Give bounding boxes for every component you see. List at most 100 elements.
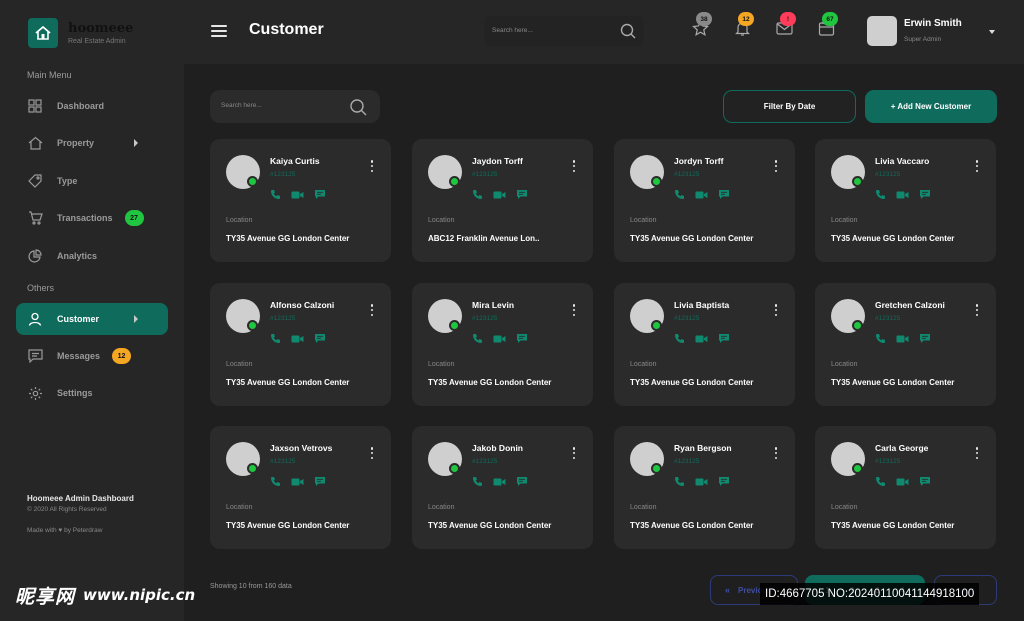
video-call-icon[interactable] — [896, 331, 909, 349]
phone-icon[interactable] — [875, 474, 886, 492]
sidebar-item-transactions[interactable]: Transactions 27 — [16, 202, 168, 234]
customer-card[interactable]: Mira Levin #123125 Location TY35 Avenue GG … — [412, 283, 593, 406]
message-icon[interactable] — [314, 331, 326, 349]
video-call-icon[interactable] — [695, 474, 708, 492]
customer-card[interactable]: Jaxson Vetrovs #123125 Location TY35 Avenue… — [210, 426, 391, 549]
video-call-icon[interactable] — [291, 474, 304, 492]
sidebar-item-messages[interactable]: Messages 12 — [16, 340, 168, 372]
sidebar-item-dashboard[interactable]: Dashboard — [16, 90, 168, 122]
search-icon[interactable] — [620, 23, 636, 44]
customer-card[interactable]: Ryan Bergson #123125 Location TY35 Avenue G… — [614, 426, 795, 549]
sidebar-item-customer[interactable]: Customer — [16, 303, 168, 335]
video-call-icon[interactable] — [493, 474, 506, 492]
message-icon[interactable] — [516, 331, 528, 349]
online-status-dot — [852, 176, 863, 187]
sidebar-item-settings[interactable]: Settings — [16, 377, 168, 409]
more-options-icon[interactable] — [572, 447, 576, 459]
more-options-icon[interactable] — [975, 447, 979, 459]
video-call-icon[interactable] — [695, 187, 708, 205]
phone-icon[interactable] — [674, 331, 685, 349]
user-avatar[interactable] — [867, 16, 897, 46]
customer-id: #123125 — [270, 458, 296, 465]
customer-card[interactable]: Jaydon Torff #123125 Location ABC12 Frankli… — [412, 139, 593, 262]
message-icon[interactable] — [516, 187, 528, 205]
hamburger-menu-icon[interactable] — [211, 25, 227, 37]
sidebar-item-type[interactable]: Type — [16, 165, 168, 197]
customer-name[interactable]: Livia Vaccaro — [875, 156, 929, 166]
more-options-icon[interactable] — [370, 160, 374, 172]
video-call-icon[interactable] — [896, 474, 909, 492]
phone-icon[interactable] — [472, 187, 483, 205]
customer-name[interactable]: Mira Levin — [472, 300, 514, 310]
customer-name[interactable]: Jaxson Vetrovs — [270, 443, 332, 453]
more-options-icon[interactable] — [975, 160, 979, 172]
user-name[interactable]: Erwin Smith — [904, 18, 962, 29]
message-icon[interactable] — [314, 474, 326, 492]
more-options-icon[interactable] — [774, 304, 778, 316]
video-call-icon[interactable] — [493, 187, 506, 205]
customer-name[interactable]: Jakob Donin — [472, 443, 523, 453]
phone-icon[interactable] — [270, 331, 281, 349]
calendar-button[interactable]: 67 — [815, 12, 838, 42]
phone-icon[interactable] — [472, 474, 483, 492]
message-icon[interactable] — [314, 187, 326, 205]
notifications-count-badge: 12 — [738, 12, 754, 26]
customer-card[interactable]: Kaiya Curtis #123125 Location TY35 Avenue G… — [210, 139, 391, 262]
search-icon[interactable] — [349, 98, 367, 121]
video-call-icon[interactable] — [493, 331, 506, 349]
customer-name[interactable]: Kaiya Curtis — [270, 156, 320, 166]
notifications-button[interactable]: 12 — [731, 12, 754, 42]
customer-name[interactable]: Alfonso Calzoni — [270, 300, 334, 310]
chevron-down-icon[interactable] — [989, 30, 995, 34]
customer-name[interactable]: Carla George — [875, 443, 928, 453]
phone-icon[interactable] — [875, 331, 886, 349]
more-options-icon[interactable] — [572, 160, 576, 172]
more-options-icon[interactable] — [370, 447, 374, 459]
more-options-icon[interactable] — [975, 304, 979, 316]
video-call-icon[interactable] — [291, 331, 304, 349]
message-icon[interactable] — [718, 187, 730, 205]
customer-card[interactable]: Alfonso Calzoni #123125 Location TY35 Avenu… — [210, 283, 391, 406]
message-icon[interactable] — [718, 331, 730, 349]
customer-card[interactable]: Carla George #123125 Location TY35 Avenue G… — [815, 426, 996, 549]
message-icon[interactable] — [919, 187, 931, 205]
phone-icon[interactable] — [270, 187, 281, 205]
customer-name[interactable]: Gretchen Calzoni — [875, 300, 945, 310]
location-label: Location — [831, 504, 858, 511]
more-options-icon[interactable] — [370, 304, 374, 316]
phone-icon[interactable] — [674, 474, 685, 492]
more-options-icon[interactable] — [572, 304, 576, 316]
message-icon[interactable] — [919, 331, 931, 349]
sidebar-item-analytics[interactable]: Analytics — [16, 240, 168, 272]
add-new-customer-button[interactable]: + Add New Customer — [865, 90, 997, 123]
customer-card[interactable]: Livia Vaccaro #123125 Location TY35 Avenue … — [815, 139, 996, 262]
filter-by-date-button[interactable]: Filter By Date — [723, 90, 856, 123]
customer-card[interactable]: Jordyn Torff #123125 Location TY35 Avenue G… — [614, 139, 795, 262]
favorites-button[interactable]: 38 — [689, 12, 712, 42]
phone-icon[interactable] — [270, 474, 281, 492]
phone-icon[interactable] — [875, 187, 886, 205]
message-icon[interactable] — [516, 474, 528, 492]
customer-card[interactable]: Gretchen Calzoni #123125 Location TY35 Aven… — [815, 283, 996, 406]
header-search-input[interactable]: Search here... — [484, 16, 644, 46]
customer-search-input[interactable]: Search here... — [210, 90, 380, 123]
customer-name[interactable]: Jaydon Torff — [472, 156, 523, 166]
customer-card[interactable]: Livia Baptista #123125 Location TY35 Avenue… — [614, 283, 795, 406]
message-icon[interactable] — [919, 474, 931, 492]
customer-card[interactable]: Jakob Donin #123125 Location TY35 Avenue GG… — [412, 426, 593, 549]
message-icon[interactable] — [718, 474, 730, 492]
phone-icon[interactable] — [674, 187, 685, 205]
customer-name[interactable]: Livia Baptista — [674, 300, 729, 310]
customer-name[interactable]: Ryan Bergson — [674, 443, 732, 453]
phone-icon[interactable] — [472, 331, 483, 349]
video-call-icon[interactable] — [896, 187, 909, 205]
brand[interactable]: hoomeee Real Estate Admin — [28, 18, 133, 48]
sidebar-item-property[interactable]: Property — [16, 127, 168, 159]
messages-count-badge: 12 — [112, 348, 132, 364]
mail-button[interactable]: ! — [773, 12, 796, 42]
more-options-icon[interactable] — [774, 447, 778, 459]
video-call-icon[interactable] — [695, 331, 708, 349]
customer-name[interactable]: Jordyn Torff — [674, 156, 723, 166]
video-call-icon[interactable] — [291, 187, 304, 205]
more-options-icon[interactable] — [774, 160, 778, 172]
